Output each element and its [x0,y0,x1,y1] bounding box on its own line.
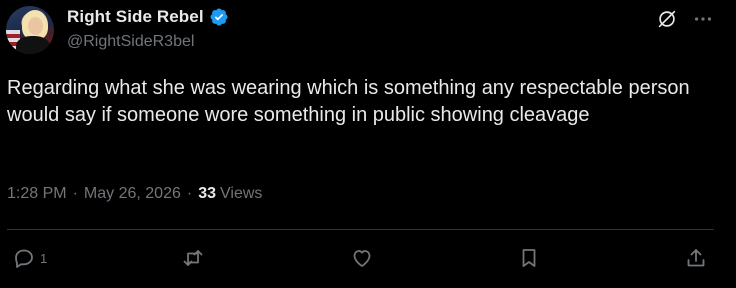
divider [7,229,714,230]
tweet-text: Regarding what she was wearing which is … [7,77,690,126]
bookmark-icon [522,249,536,267]
share-icon [687,249,705,267]
more-icon[interactable] [692,8,714,30]
like-icon [353,250,371,267]
avatar-body [16,36,50,54]
top-actions [656,8,714,30]
reply-count: 1 [40,250,48,266]
meta-separator: · [72,185,78,202]
verified-badge-icon[interactable] [209,7,229,27]
views-count: 33 [198,185,216,202]
author-handle[interactable]: @RightSideR3bel [67,33,194,51]
avatar-face [28,17,43,35]
share-button[interactable] [684,246,708,270]
author-name-row: Right Side Rebel [67,7,229,27]
tweet-card: Right Side Rebel @RightSideR3bel Regardi… [0,0,736,288]
views-label: Views [220,185,263,202]
avatar[interactable] [6,6,54,54]
retweet-icon [183,250,203,266]
meta-separator: · [186,185,193,202]
reply-button[interactable]: 1 [12,246,47,270]
grok-icon[interactable] [656,8,678,30]
reply-icon [15,249,33,268]
tweet-date[interactable]: May 26, 2026 [84,185,181,203]
tweet-time[interactable]: 1:28 PM [7,185,67,203]
tweet-meta: 1:28 PM · May 26, 2026 · 33 Views [7,185,262,203]
author-display-name[interactable]: Right Side Rebel [67,7,204,27]
retweet-button[interactable] [181,246,205,270]
bookmark-button[interactable] [517,246,541,270]
like-button[interactable] [350,246,374,270]
